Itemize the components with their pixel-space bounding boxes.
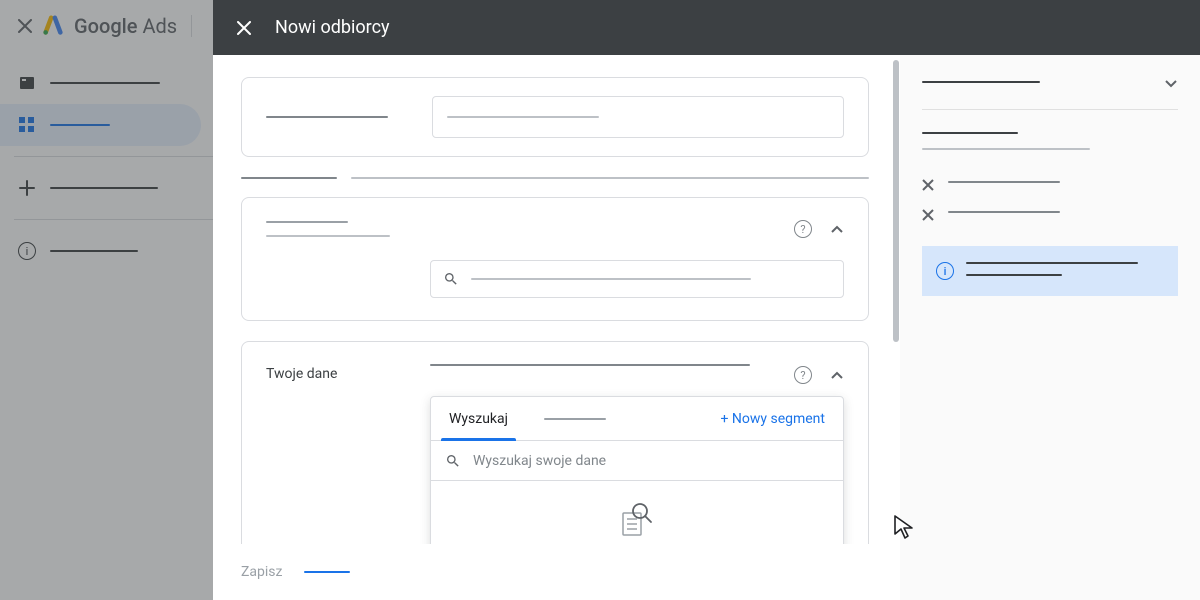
- empty-search-icon: [617, 499, 657, 539]
- section-divider: [241, 177, 869, 179]
- search-icon: [443, 271, 459, 287]
- card-subtitle-placeholder: [266, 235, 390, 237]
- chevron-up-icon[interactable]: [830, 368, 844, 382]
- your-data-title: Twoje dane: [266, 364, 430, 382]
- input-value-placeholder: [447, 116, 599, 118]
- save-button[interactable]: Zapisz: [241, 564, 282, 580]
- tab-browse[interactable]: [526, 397, 624, 440]
- info-notice: i: [922, 246, 1178, 296]
- tabs-row: Wyszukaj + Nowy segment: [431, 397, 843, 441]
- tab-search[interactable]: Wyszukaj: [431, 397, 526, 440]
- scrollbar-thumb[interactable]: [893, 60, 899, 342]
- search-placeholder: [471, 278, 751, 280]
- page-title: Nowi odbiorcy: [275, 17, 390, 38]
- close-icon[interactable]: [237, 21, 251, 35]
- mouse-cursor-icon: [892, 514, 918, 540]
- segment-label-placeholder: [948, 181, 1060, 183]
- segment-list: [922, 176, 1178, 218]
- main-content: ? Twoje dane ? Wyszukaj + Nowy segment: [213, 55, 897, 600]
- audience-name-input[interactable]: [432, 96, 844, 138]
- summary-header[interactable]: [922, 75, 1178, 110]
- remove-segment-icon[interactable]: [922, 176, 934, 188]
- divider-line: [351, 177, 869, 179]
- footer: Zapisz: [213, 544, 897, 600]
- name-card: [241, 77, 869, 157]
- card-title-placeholder: [266, 221, 348, 223]
- notice-line-placeholder: [966, 262, 1138, 264]
- chevron-down-icon: [1164, 75, 1178, 89]
- your-data-desc-placeholder: [430, 364, 750, 366]
- segment-row: [922, 206, 1178, 218]
- notice-line-placeholder: [966, 274, 1062, 276]
- right-panel: i: [900, 55, 1200, 600]
- cancel-button[interactable]: [304, 571, 350, 573]
- info-icon: i: [936, 262, 954, 280]
- help-icon[interactable]: ?: [794, 220, 812, 238]
- segments-card: ?: [241, 197, 869, 321]
- data-search-placeholder: Wyszukaj swoje dane: [473, 453, 606, 469]
- sidebar-disabled-overlay: [0, 0, 213, 600]
- field-label-placeholder: [266, 116, 388, 118]
- summary-title-placeholder: [922, 81, 1040, 83]
- block-title-placeholder: [922, 132, 1018, 134]
- left-sidebar: Google Ads i: [0, 0, 213, 600]
- segment-row: [922, 176, 1178, 188]
- data-search-input[interactable]: Wyszukaj swoje dane: [431, 441, 843, 481]
- topbar: Nowi odbiorcy: [213, 0, 1200, 55]
- chevron-up-icon[interactable]: [830, 222, 844, 236]
- new-segment-button[interactable]: + Nowy segment: [720, 411, 843, 427]
- search-icon: [445, 453, 461, 469]
- segment-label-placeholder: [948, 211, 1060, 213]
- help-icon[interactable]: ?: [794, 366, 812, 384]
- segment-search-input[interactable]: [430, 260, 844, 298]
- remove-segment-icon[interactable]: [922, 206, 934, 218]
- block-subtitle-placeholder: [922, 148, 1090, 150]
- section-label-placeholder: [241, 177, 337, 179]
